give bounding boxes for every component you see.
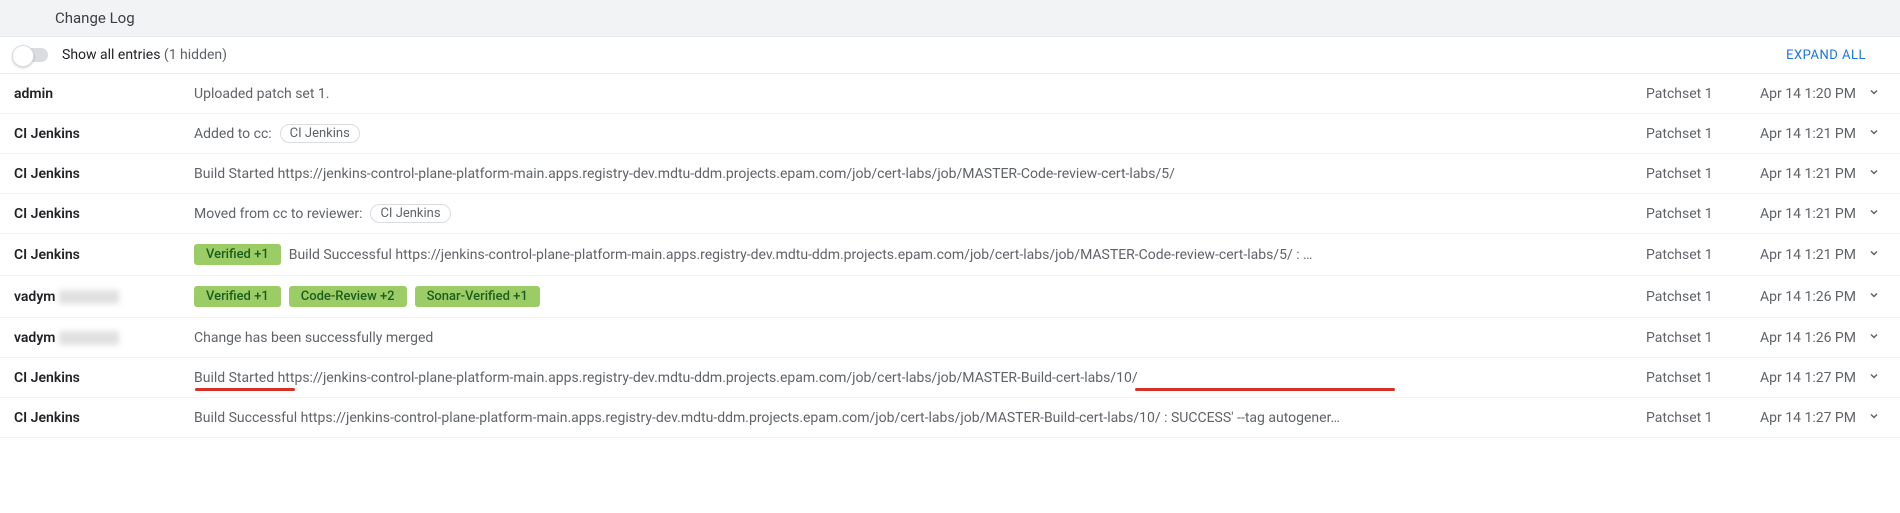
section-title: Change Log bbox=[55, 9, 135, 27]
entry-author: CI Jenkins bbox=[14, 247, 194, 263]
log-entry[interactable]: CI JenkinsAdded to cc:CI JenkinsPatchset… bbox=[0, 114, 1900, 154]
entry-message: Added to cc: CI Jenkins bbox=[194, 124, 1630, 143]
entry-author: CI Jenkins bbox=[14, 166, 194, 182]
timestamp: Apr 14 1:20 PM bbox=[1736, 86, 1856, 102]
log-list: adminUploaded patch set 1.Patchset 1Apr … bbox=[0, 74, 1900, 438]
message-text: Uploaded patch set 1. bbox=[194, 86, 329, 102]
entry-author: CI Jenkins bbox=[14, 126, 194, 142]
entry-message: Build Started https://jenkins-control-pl… bbox=[194, 370, 1630, 386]
chevron-down-icon[interactable] bbox=[1862, 126, 1886, 142]
sonar-badge: Sonar-Verified +1 bbox=[415, 286, 540, 307]
entry-message: Build Successful https://jenkins-control… bbox=[194, 410, 1630, 426]
user-chip[interactable]: CI Jenkins bbox=[370, 204, 450, 223]
show-all-toggle[interactable] bbox=[14, 48, 48, 62]
entry-message: Verified +1 Code-Review +2 Sonar-Verified … bbox=[194, 286, 1630, 307]
verified-badge: Verified +1 bbox=[194, 286, 281, 307]
chevron-down-icon[interactable] bbox=[1862, 206, 1886, 222]
entry-message: Uploaded patch set 1. bbox=[194, 86, 1630, 102]
timestamp: Apr 14 1:21 PM bbox=[1736, 247, 1856, 263]
log-entry[interactable]: CI JenkinsBuild Successful https://jenki… bbox=[0, 398, 1900, 438]
log-entry[interactable]: vadym Verified +1 Code-Review +2 Sonar-Ver… bbox=[0, 276, 1900, 318]
entry-author: admin bbox=[14, 86, 194, 102]
user-chip[interactable]: CI Jenkins bbox=[280, 124, 360, 143]
message-prefix: Moved from cc to reviewer: bbox=[194, 206, 362, 222]
controls-row: Show all entries (1 hidden) EXPAND ALL bbox=[0, 37, 1900, 74]
entry-author: CI Jenkins bbox=[14, 410, 194, 426]
log-entry[interactable]: adminUploaded patch set 1. Patchset 1Apr … bbox=[0, 74, 1900, 114]
entry-message: Moved from cc to reviewer: CI Jenkins bbox=[194, 204, 1630, 223]
code-review-badge: Code-Review +2 bbox=[289, 286, 407, 307]
log-entry[interactable]: CI JenkinsBuild Started https://jenkins-… bbox=[0, 358, 1900, 398]
log-entry[interactable]: CI JenkinsBuild Started https://jenkins-… bbox=[0, 154, 1900, 194]
annotation-underline bbox=[195, 388, 295, 391]
chevron-down-icon[interactable] bbox=[1862, 86, 1886, 102]
timestamp: Apr 14 1:27 PM bbox=[1736, 370, 1856, 386]
patchset-label: Patchset 1 bbox=[1646, 206, 1736, 222]
chevron-down-icon[interactable] bbox=[1862, 247, 1886, 263]
expand-all-button[interactable]: EXPAND ALL bbox=[1786, 48, 1866, 63]
annotation-underline bbox=[1135, 388, 1395, 391]
timestamp: Apr 14 1:21 PM bbox=[1736, 166, 1856, 182]
entry-author: vadym bbox=[14, 330, 194, 346]
chevron-down-icon[interactable] bbox=[1862, 289, 1886, 305]
redacted-text bbox=[59, 290, 119, 304]
chevron-down-icon[interactable] bbox=[1862, 370, 1886, 386]
hidden-count: (1 hidden) bbox=[164, 47, 227, 63]
timestamp: Apr 14 1:21 PM bbox=[1736, 126, 1856, 142]
patchset-label: Patchset 1 bbox=[1646, 126, 1736, 142]
entry-message: Change has been successfully merged bbox=[194, 330, 1630, 346]
chevron-down-icon[interactable] bbox=[1862, 166, 1886, 182]
patchset-label: Patchset 1 bbox=[1646, 330, 1736, 346]
entry-author: CI Jenkins bbox=[14, 206, 194, 222]
chevron-down-icon[interactable] bbox=[1862, 410, 1886, 426]
entry-message: Build Started https://jenkins-control-pl… bbox=[194, 166, 1630, 182]
patchset-label: Patchset 1 bbox=[1646, 166, 1736, 182]
patchset-label: Patchset 1 bbox=[1646, 247, 1736, 263]
log-entry[interactable]: CI JenkinsVerified +1 Build Successful ht… bbox=[0, 234, 1900, 276]
timestamp: Apr 14 1:26 PM bbox=[1736, 330, 1856, 346]
chevron-down-icon[interactable] bbox=[1862, 330, 1886, 346]
message-text: Build Successful https://jenkins-control… bbox=[194, 410, 1340, 426]
timestamp: Apr 14 1:26 PM bbox=[1736, 289, 1856, 305]
message-text: Build Successful https://jenkins-control… bbox=[289, 247, 1313, 263]
timestamp: Apr 14 1:27 PM bbox=[1736, 410, 1856, 426]
message-text: Build Started https://jenkins-control-pl… bbox=[194, 166, 1175, 182]
show-all-label: Show all entries (1 hidden) bbox=[62, 47, 227, 63]
timestamp: Apr 14 1:21 PM bbox=[1736, 206, 1856, 222]
entry-author: CI Jenkins bbox=[14, 370, 194, 386]
message-prefix: Added to cc: bbox=[194, 126, 272, 142]
verified-badge: Verified +1 bbox=[194, 244, 281, 265]
patchset-label: Patchset 1 bbox=[1646, 86, 1736, 102]
patchset-label: Patchset 1 bbox=[1646, 289, 1736, 305]
message-text: Change has been successfully merged bbox=[194, 330, 433, 346]
entry-author: vadym bbox=[14, 289, 194, 305]
entry-message: Verified +1 Build Successful https://jenk… bbox=[194, 244, 1630, 265]
section-header: Change Log bbox=[0, 0, 1900, 37]
redacted-text bbox=[59, 331, 119, 345]
message-text: Build Started https://jenkins-control-pl… bbox=[194, 370, 1138, 386]
log-entry[interactable]: vadym Change has been successfully merge… bbox=[0, 318, 1900, 358]
patchset-label: Patchset 1 bbox=[1646, 410, 1736, 426]
patchset-label: Patchset 1 bbox=[1646, 370, 1736, 386]
log-entry[interactable]: CI JenkinsMoved from cc to reviewer:CI J… bbox=[0, 194, 1900, 234]
